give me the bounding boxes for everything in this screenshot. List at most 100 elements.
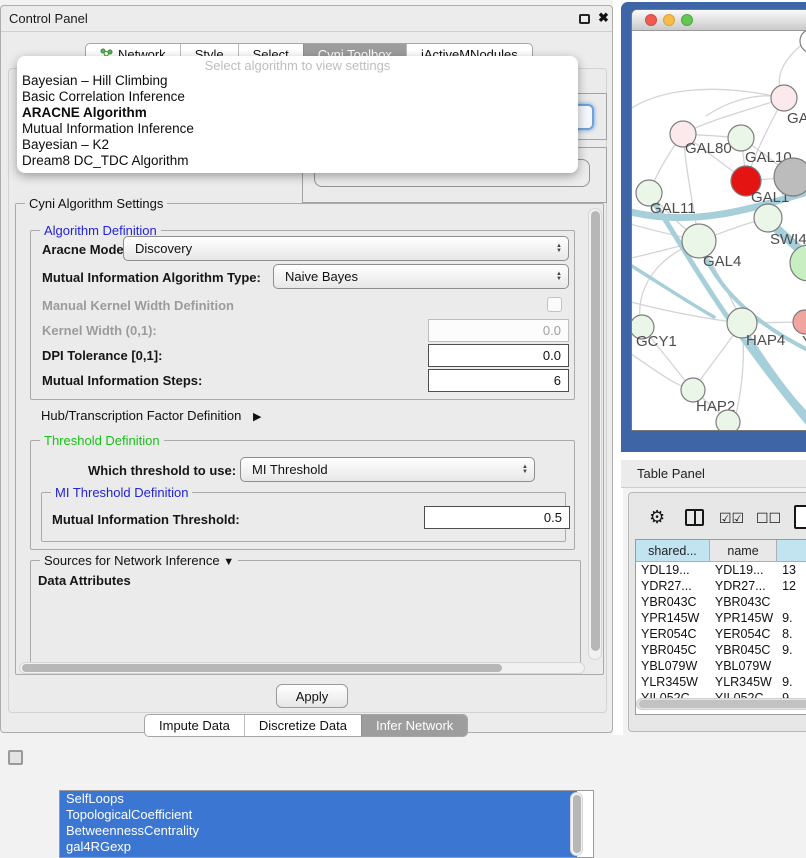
- table-body: YDL19...YDL19...13YDR27...YDR27...12YBR0…: [636, 562, 806, 706]
- table-cell: YDR27...: [710, 578, 777, 594]
- sources-for-network-inference-group: Sources for Network Inference ▼ Data Att…: [30, 560, 581, 672]
- document-icon[interactable]: [794, 505, 806, 529]
- table-cell: 9.: [777, 674, 806, 690]
- close-traffic-light-icon[interactable]: [645, 14, 657, 26]
- checked-columns-icon[interactable]: ☑☑: [719, 510, 744, 527]
- kernel-width-label: Kernel Width (0,1):: [42, 323, 157, 338]
- algorithm-option-bayesian-k2[interactable]: Bayesian – K2: [17, 137, 578, 153]
- column-header-3[interactable]: [777, 540, 806, 561]
- scrollbar-thumb[interactable]: [639, 700, 806, 708]
- table-horizontal-scrollbar[interactable]: [636, 698, 806, 710]
- zoom-traffic-light-icon[interactable]: [681, 14, 693, 26]
- table-row[interactable]: YLR345WYLR345W9.: [636, 674, 806, 690]
- table-cell: YBR043C: [710, 594, 777, 610]
- table-cell: YBR043C: [636, 594, 710, 610]
- node-unlabeled[interactable]: [774, 158, 806, 196]
- tab-discretize-data[interactable]: Discretize Data: [244, 715, 361, 736]
- node-attribute-table[interactable]: shared...name YDL19...YDL19...13YDR27...…: [635, 539, 806, 715]
- attribute-item-betweennesscentrality[interactable]: BetweennessCentrality: [60, 823, 577, 839]
- mi-steps-field[interactable]: 6: [428, 369, 569, 392]
- node-y[interactable]: [793, 310, 806, 334]
- algorithm-option-dream8-dc-tdc-algorithm[interactable]: Dream8 DC_TDC Algorithm: [17, 153, 578, 169]
- apply-button[interactable]: Apply: [276, 684, 348, 708]
- group-title: Cyni Algorithm Settings: [25, 196, 167, 211]
- node-swi4[interactable]: [754, 204, 782, 232]
- which-threshold-select[interactable]: MI Threshold ▲▼: [240, 457, 535, 482]
- mi-threshold-field[interactable]: 0.5: [424, 506, 570, 529]
- node-label: Y: [802, 333, 806, 350]
- chevron-down-icon: ▼: [223, 556, 234, 568]
- table-row[interactable]: YBR043CYBR043C: [636, 594, 806, 610]
- aracne-mode-select[interactable]: Discovery ▲▼: [123, 236, 569, 261]
- window-title: Control Panel: [9, 11, 88, 26]
- dpi-tolerance-field[interactable]: 0.0: [428, 344, 569, 367]
- spinner-arrows-icon: ▲▼: [550, 272, 568, 282]
- node-unlabeled[interactable]: [800, 31, 806, 53]
- settings-vertical-scrollbar[interactable]: [588, 208, 602, 660]
- network-window-titlebar[interactable]: [632, 10, 806, 31]
- attribute-item-gal4rgexp[interactable]: gal4RGexp: [60, 839, 577, 855]
- manual-kernel-width-checkbox[interactable]: [547, 297, 562, 312]
- table-row[interactable]: YDL19...YDL19...13: [636, 562, 806, 578]
- close-icon[interactable]: ✖: [598, 10, 609, 26]
- node-unlabeled[interactable]: [716, 410, 740, 431]
- dpi-tolerance-label: DPI Tolerance [0,1]:: [42, 348, 162, 363]
- algorithm-option-basic-correlation-inference[interactable]: Basic Correlation Inference: [17, 89, 578, 105]
- dock-panel-icon[interactable]: [8, 750, 23, 765]
- table-cell: YBR045C: [636, 642, 710, 658]
- hub-transcription-factor-section[interactable]: Hub/Transcription Factor Definition ▶: [41, 408, 261, 423]
- table-row[interactable]: YER054CYER054C8.: [636, 626, 806, 642]
- node-label: GAL4: [703, 253, 741, 270]
- data-attributes-list[interactable]: SelfLoopsTopologicalCoefficientBetweenne…: [59, 790, 594, 858]
- tab-label: Discretize Data: [259, 718, 347, 733]
- gear-icon[interactable]: ⚙: [649, 507, 665, 528]
- table-cell: 13: [777, 562, 806, 578]
- table-cell: YDL19...: [710, 562, 777, 578]
- minimize-traffic-light-icon[interactable]: [663, 14, 675, 26]
- algorithm-option-aracne-algorithm[interactable]: ARACNE Algorithm: [17, 105, 578, 121]
- table-cell: YLR345W: [710, 674, 777, 690]
- spinner-arrows-icon: ▲▼: [550, 244, 568, 254]
- dropdown-placeholder: Select algorithm to view settings: [17, 58, 578, 73]
- list-scrollbar[interactable]: [570, 792, 583, 856]
- attribute-item-topologicalcoefficient[interactable]: TopologicalCoefficient: [60, 807, 577, 823]
- tab-impute-data[interactable]: Impute Data: [145, 715, 244, 736]
- algorithm-option-mutual-information-inference[interactable]: Mutual Information Inference: [17, 121, 578, 137]
- node-unlabeled[interactable]: [790, 245, 806, 281]
- unchecked-columns-icon[interactable]: ☐☐: [756, 510, 781, 527]
- float-window-icon[interactable]: [579, 14, 590, 24]
- network-canvas[interactable]: GALGAL80GAL10GAL1GAL11SWI4GAL4GCY1HAP4YH…: [632, 31, 806, 431]
- group-title[interactable]: Sources for Network Inference ▼: [40, 553, 238, 568]
- table-row[interactable]: YBL079WYBL079W: [636, 658, 806, 674]
- network-view-window[interactable]: GALGAL80GAL10GAL1GAL11SWI4GAL4GCY1HAP4YH…: [631, 9, 806, 431]
- threshold-definition-group: Threshold Definition Which threshold to …: [30, 440, 575, 550]
- settings-horizontal-scrollbar[interactable]: [19, 662, 585, 674]
- table-panel-titlebar: Table Panel: [621, 460, 806, 488]
- node-gal10[interactable]: [728, 125, 754, 151]
- columns-icon[interactable]: [685, 509, 704, 526]
- tab-infer-network[interactable]: Infer Network: [361, 715, 467, 736]
- group-title: Threshold Definition: [40, 433, 164, 448]
- scrollbar-thumb[interactable]: [22, 664, 502, 672]
- table-cell: [777, 594, 806, 610]
- table-cell: [777, 658, 806, 674]
- column-header-shared[interactable]: shared...: [636, 540, 710, 561]
- table-cell: YBL079W: [636, 658, 710, 674]
- scrollbar-thumb[interactable]: [573, 795, 581, 853]
- field-value: 6: [554, 373, 561, 388]
- table-row[interactable]: YPR145WYPR145W9.: [636, 610, 806, 626]
- mi-algorithm-type-select[interactable]: Naive Bayes ▲▼: [273, 264, 569, 289]
- node-gal[interactable]: [771, 85, 797, 111]
- algorithm-option-bayesian-hill-climbing[interactable]: Bayesian – Hill Climbing: [17, 73, 578, 89]
- table-header-row: shared...name: [636, 540, 806, 562]
- table-row[interactable]: YDR27...YDR27...12: [636, 578, 806, 594]
- column-header-name[interactable]: name: [710, 540, 777, 561]
- selected-value: Naive Bayes: [274, 269, 550, 284]
- scrollbar-thumb[interactable]: [591, 211, 600, 651]
- gray-edge[interactable]: [632, 89, 784, 111]
- kernel-width-field[interactable]: 0.0: [428, 319, 569, 342]
- table-row[interactable]: YBR045CYBR045C9.: [636, 642, 806, 658]
- table-panel: ⚙ ☑☑ ☐☐ shared...name YDL19...YDL19...13…: [628, 492, 806, 732]
- attribute-item-selfloops[interactable]: SelfLoops: [60, 791, 577, 807]
- node-label: SWI4: [770, 231, 806, 248]
